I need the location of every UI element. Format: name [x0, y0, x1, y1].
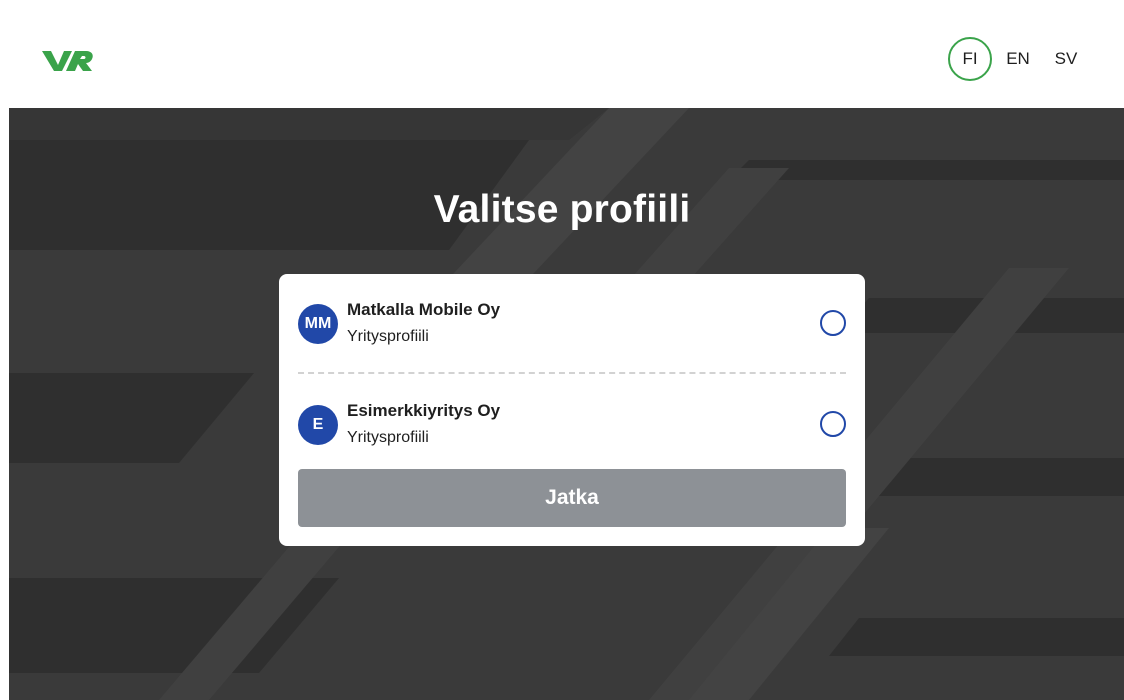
avatar: MM: [298, 304, 338, 344]
profile-text: Esimerkkiyritys Oy Yritysprofiili: [347, 400, 820, 449]
vr-logo[interactable]: [42, 48, 94, 74]
lang-sv-button[interactable]: SV: [1044, 37, 1088, 81]
avatar: E: [298, 405, 338, 445]
lang-en-button[interactable]: EN: [996, 37, 1040, 81]
profile-radio[interactable]: [820, 310, 846, 336]
page-title: Valitse profiili: [433, 188, 691, 231]
language-switcher: FI EN SV: [948, 37, 1088, 81]
profile-text: Matkalla Mobile Oy Yritysprofiili: [347, 299, 820, 348]
profile-name: Esimerkkiyritys Oy: [347, 400, 501, 420]
profile-selection-card: MM Matkalla Mobile Oy Yritysprofiili E E…: [279, 274, 865, 546]
profile-option[interactable]: E Esimerkkiyritys Oy Yritysprofiili: [298, 374, 846, 474]
lang-fi-button[interactable]: FI: [948, 37, 992, 81]
page-header: FI EN SV: [0, 0, 1124, 108]
profile-type: Yritysprofiili: [347, 428, 429, 446]
profile-name: Matkalla Mobile Oy: [347, 299, 501, 319]
continue-button[interactable]: Jatka: [298, 469, 846, 527]
profile-option[interactable]: MM Matkalla Mobile Oy Yritysprofiili: [298, 274, 846, 374]
profile-radio[interactable]: [820, 411, 846, 437]
profile-type: Yritysprofiili: [347, 327, 429, 345]
